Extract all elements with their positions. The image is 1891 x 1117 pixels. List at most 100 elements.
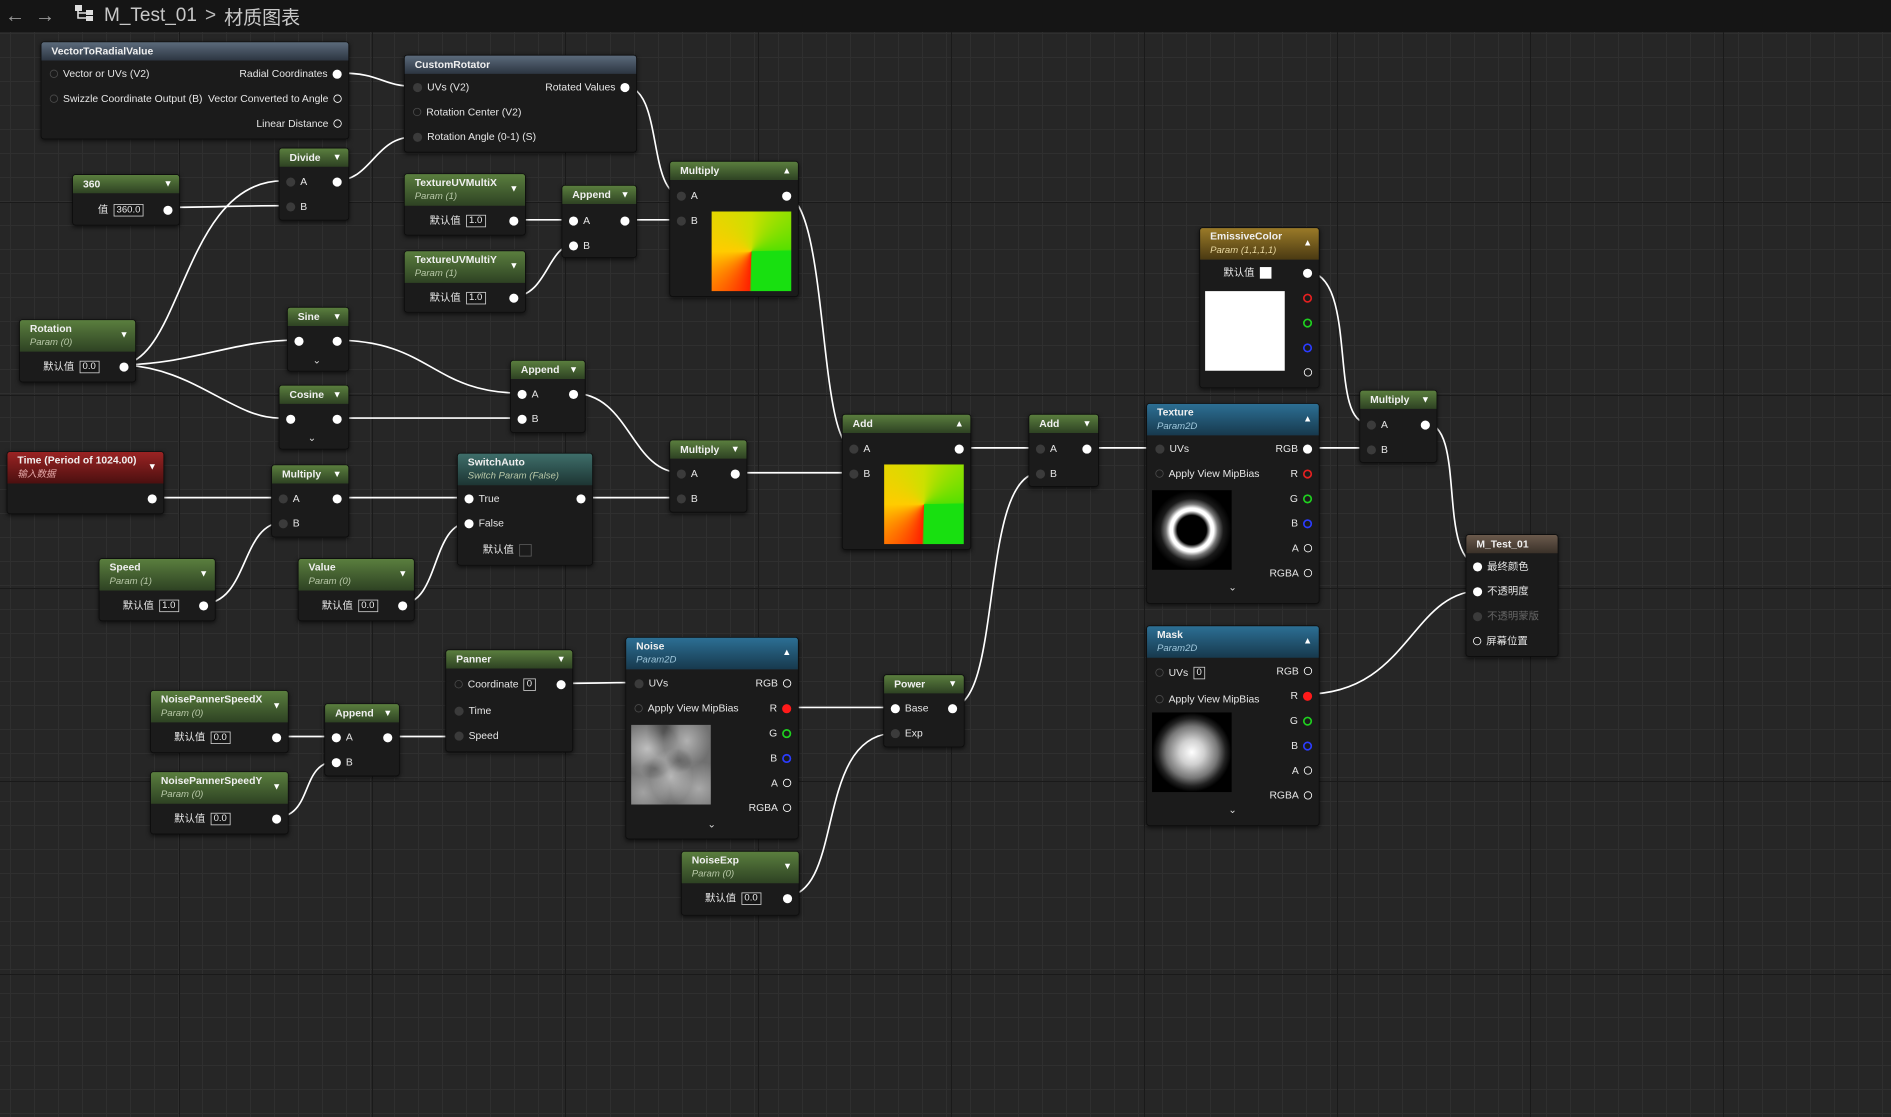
output-pin-g[interactable] — [1302, 316, 1313, 329]
pin-icon[interactable] — [1035, 444, 1046, 454]
node-sine[interactable]: Sine ▼ ⌄ — [286, 306, 350, 372]
chevron-down-icon[interactable]: ▼ — [272, 699, 281, 713]
chevron-down-icon[interactable]: ⌄ — [707, 819, 715, 831]
output-pin[interactable] — [332, 334, 342, 347]
pin-icon[interactable] — [464, 493, 474, 504]
input-pin-opacity[interactable]: 不透明度 — [1473, 585, 1529, 598]
node-header[interactable]: VectorToRadialValue — [41, 42, 349, 61]
node-add-1[interactable]: Add ▲ A B — [841, 413, 972, 550]
output-pin[interactable] — [730, 467, 740, 480]
node-header[interactable]: Add ▼ — [1029, 414, 1099, 433]
pin-icon[interactable] — [1303, 791, 1313, 800]
node-multiply-4[interactable]: Multiply ▼ A B — [1359, 389, 1438, 463]
pin-icon[interactable] — [332, 336, 342, 346]
output-pin[interactable] — [509, 214, 519, 227]
output-pin[interactable]: Vector Converted to Angle — [208, 92, 342, 105]
pin-icon[interactable] — [782, 703, 792, 713]
value-input[interactable]: 1.0 — [465, 214, 486, 227]
output-pin[interactable]: Rotated Values — [545, 80, 630, 93]
node-speed-param[interactable]: Speed Param (1) ▼ 默认值 1.0 — [98, 558, 216, 622]
pin-icon[interactable] — [1155, 668, 1164, 677]
value-input[interactable]: 0.0 — [210, 812, 231, 825]
checkbox[interactable] — [518, 543, 532, 557]
node-divide[interactable]: Divide ▼ A B — [278, 147, 350, 221]
node-header[interactable]: NoiseExp Param (0) ▼ — [681, 851, 799, 884]
input-pin[interactable]: Exp — [890, 727, 923, 740]
output-pin[interactable] — [1082, 442, 1092, 455]
input-pin[interactable]: Swizzle Coordinate Output (B) — [49, 92, 202, 105]
pin-icon[interactable] — [568, 389, 579, 399]
output-pin[interactable] — [147, 492, 157, 505]
chevron-down-icon[interactable]: ▼ — [333, 308, 342, 326]
output-pin[interactable]: Radial Coordinates — [239, 67, 342, 80]
pin-icon[interactable] — [1082, 444, 1092, 454]
input-pin[interactable]: A — [1366, 418, 1388, 431]
input-pin[interactable]: A — [676, 189, 698, 202]
node-noise-param[interactable]: Noise Param2D ▲ UVs Apply View MipBias RGB… — [625, 636, 799, 840]
pin-icon[interactable] — [576, 493, 586, 504]
output-pin[interactable]: Linear Distance — [256, 117, 342, 130]
node-header[interactable]: Add ▲ — [842, 414, 971, 433]
node-header[interactable]: SwitchAuto Switch Param (False) — [457, 453, 593, 486]
node-cosine[interactable]: Cosine ▼ ⌄ — [278, 384, 350, 450]
value-input[interactable]: 0 — [1193, 666, 1206, 679]
input-pin[interactable]: Speed — [454, 729, 499, 742]
pin-icon[interactable] — [1303, 568, 1313, 578]
pin-icon[interactable] — [1302, 518, 1313, 528]
node-header[interactable]: 360 ▼ — [72, 175, 180, 194]
output-pin[interactable] — [1420, 418, 1430, 431]
output-pin-r[interactable] — [1302, 291, 1313, 304]
node-power[interactable]: Power ▼ Base Exp — [883, 674, 965, 748]
input-pin[interactable]: UVs — [1155, 442, 1189, 455]
node-header[interactable]: EmissiveColor Param (1,1,1,1) ▲ — [1200, 228, 1319, 260]
input-pin[interactable]: A — [568, 214, 590, 227]
output-pin[interactable] — [782, 892, 793, 905]
output-pin[interactable]: RGBA — [1269, 566, 1313, 579]
input-pin[interactable]: B — [278, 517, 300, 530]
input-pin[interactable]: B — [1366, 443, 1388, 456]
node-header[interactable]: Panner ▼ — [446, 650, 573, 669]
node-append-2[interactable]: Append ▼ A B — [510, 359, 586, 433]
input-pin[interactable]: Vector or UVs (V2) — [49, 67, 149, 80]
pin-icon[interactable] — [1302, 716, 1313, 726]
pin-icon[interactable] — [890, 703, 900, 713]
pin-icon[interactable] — [954, 444, 964, 454]
node-texture-uv-multi-x[interactable]: TextureUVMultiX Param (1) ▼ 默认值 1.0 — [403, 173, 526, 236]
node-header[interactable]: Speed Param (1) ▼ — [99, 559, 215, 591]
output-pin-b[interactable] — [1302, 341, 1313, 354]
pin-icon[interactable] — [1302, 493, 1313, 504]
pin-icon[interactable] — [890, 728, 900, 738]
output-pin[interactable]: G — [1290, 714, 1313, 727]
input-pin[interactable]: UVs (V2) — [413, 80, 469, 93]
chevron-down-icon[interactable]: ▼ — [1421, 391, 1430, 409]
value-input[interactable]: 0.0 — [357, 599, 378, 612]
input-pin[interactable]: B — [568, 239, 590, 252]
pin-icon[interactable] — [331, 757, 341, 767]
back-icon[interactable]: ← — [0, 5, 30, 28]
chevron-down-icon[interactable]: ⌄ — [1228, 581, 1236, 593]
chevron-up-icon[interactable]: ▲ — [782, 162, 791, 180]
chevron-down-icon[interactable]: ▼ — [1082, 415, 1091, 433]
input-pin[interactable]: B — [331, 756, 353, 769]
node-header[interactable]: Multiply ▼ — [1360, 390, 1437, 409]
input-pin[interactable]: UVs 0 — [1155, 666, 1206, 679]
pin-icon[interactable] — [676, 216, 686, 226]
pin-icon[interactable] — [332, 177, 342, 187]
pin-icon[interactable] — [1155, 469, 1164, 478]
output-pin[interactable]: RGB — [756, 677, 792, 690]
node-rotation-param[interactable]: Rotation Param (0) ▼ 默认值 0.0 — [19, 319, 137, 383]
chevron-up-icon[interactable]: ▲ — [1303, 412, 1312, 426]
pin-icon[interactable] — [620, 216, 630, 226]
pin-icon[interactable] — [278, 518, 288, 528]
node-texture-param[interactable]: Texture Param2D ▲ UVs Apply View MipBias R… — [1146, 403, 1320, 604]
chevron-down-icon[interactable]: ▼ — [333, 148, 342, 166]
node-material-result[interactable]: M_Test_01 最终颜色 不透明度 不透明蒙版 屏幕位置 — [1465, 534, 1559, 657]
node-header[interactable]: Append ▼ — [562, 185, 637, 205]
chevron-up-icon[interactable]: ▲ — [1303, 634, 1312, 648]
node-multiply-3[interactable]: Multiply ▼ A B — [669, 439, 748, 513]
pin-icon[interactable] — [147, 493, 157, 504]
pin-icon[interactable] — [1420, 420, 1430, 430]
pin-icon[interactable] — [49, 94, 59, 103]
pin-icon[interactable] — [286, 177, 296, 187]
pin-icon[interactable] — [1303, 544, 1313, 553]
